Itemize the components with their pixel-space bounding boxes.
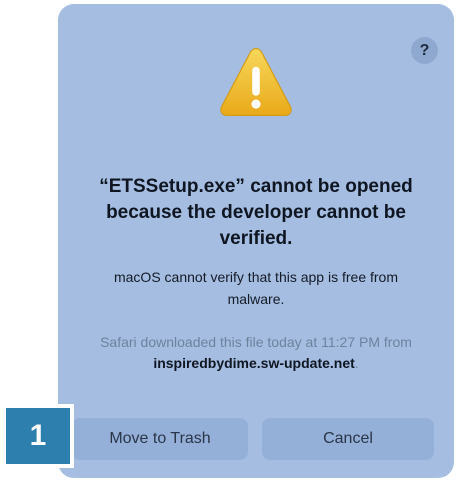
cancel-button[interactable]: Cancel: [262, 418, 434, 460]
download-source-prefix: Safari downloaded this file today at 11:…: [100, 334, 412, 350]
screenshot-canvas: ? “ETSSetup.exe” cannot be opened becaus…: [0, 0, 457, 481]
download-source-host: inspiredbydime.sw-update.net: [153, 355, 355, 371]
step-number-badge: 1: [2, 404, 74, 468]
move-to-trash-button[interactable]: Move to Trash: [72, 418, 248, 460]
download-source-text: Safari downloaded this file today at 11:…: [82, 332, 430, 374]
step-number-label: 1: [6, 408, 70, 464]
gatekeeper-alert-dialog: ? “ETSSetup.exe” cannot be opened becaus…: [58, 4, 454, 478]
alert-message: macOS cannot verify that this app is fre…: [113, 269, 398, 307]
alert-title: “ETSSetup.exe” cannot be opened because …: [99, 176, 413, 249]
warning-triangle-icon: [220, 47, 292, 117]
help-button[interactable]: ?: [411, 37, 438, 64]
download-source-suffix: .: [354, 355, 359, 371]
